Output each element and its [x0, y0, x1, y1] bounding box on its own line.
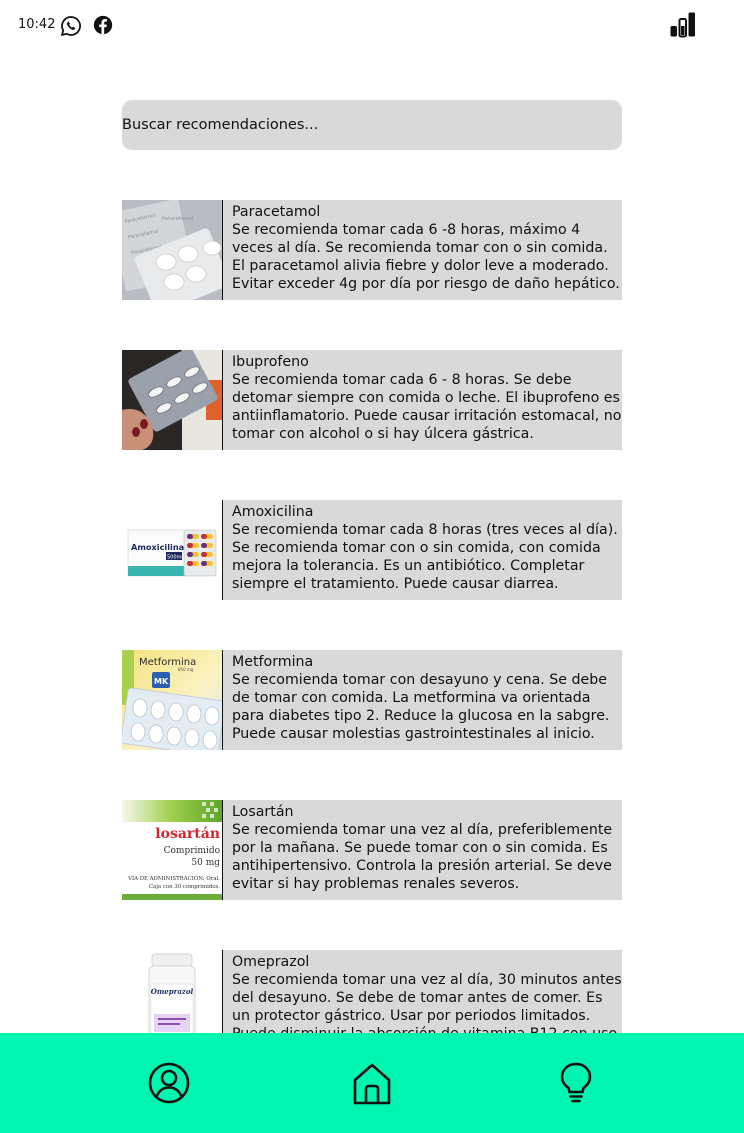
signal-bars-icon — [670, 12, 695, 38]
box-label: losartán — [155, 826, 220, 842]
omeprazol-image: Omeprazol — [122, 950, 223, 1033]
med-card-ibuprofeno[interactable]: Ibuprofeno Se recomienda tomar cada 6 - … — [122, 350, 622, 450]
med-name: Ibuprofeno — [232, 354, 309, 370]
med-description: Se recomienda tomar cada 6 - 8 horas. Se… — [232, 372, 622, 442]
facebook-icon — [93, 15, 113, 35]
box-label: Omeprazol — [151, 987, 194, 996]
med-description: Se recomienda tomar cada 6 -8 horas, máx… — [232, 222, 620, 292]
brand-logo: MK — [154, 677, 169, 686]
med-name: Omeprazol — [232, 954, 310, 970]
med-description: Se recomienda tomar una vez al día, pref… — [232, 822, 613, 892]
med-description: Se recomienda tomar cada 8 horas (tres v… — [232, 522, 618, 592]
status-bar: 10:42 — [0, 0, 744, 50]
profile-icon[interactable] — [147, 1061, 191, 1105]
med-name: Losartán — [232, 804, 294, 820]
box-subtitle: Comprimido — [164, 846, 220, 856]
metformina-image: Metformina 850 mg MK — [122, 650, 223, 750]
med-name: Amoxicilina — [232, 504, 314, 520]
box-count: Caja con 30 comprimidos. — [149, 884, 220, 890]
ibuprofeno-image — [122, 350, 223, 450]
box-dose: 50 mg — [191, 858, 220, 868]
recommendation-list: Paracetamol Paracetamol Paracetamol Para… — [122, 200, 622, 1033]
box-dose: 500mg — [167, 555, 185, 561]
losartan-image: losartán Comprimido 50 mg VÍA DE ADMINIS… — [122, 800, 223, 900]
med-description: Se recomienda tomar con desayuno y cena.… — [232, 672, 610, 742]
med-card-losartan[interactable]: losartán Comprimido 50 mg VÍA DE ADMINIS… — [122, 800, 622, 900]
med-card-amoxicilina[interactable]: Amoxicilina 500mg Amoxicilina Se recomie… — [122, 500, 622, 600]
med-name: Metformina — [232, 654, 314, 670]
bottom-nav — [0, 1033, 744, 1133]
med-card-omeprazol[interactable]: Omeprazol Omeprazol Se recomienda tomar … — [122, 950, 622, 1033]
paracetamol-image: Paracetamol Paracetamol Paracetamol Para… — [122, 200, 223, 300]
svg-text:Paracetamol: Paracetamol — [162, 216, 193, 222]
amoxicilina-image: Amoxicilina 500mg — [122, 500, 223, 600]
med-card-paracetamol[interactable]: Paracetamol Paracetamol Paracetamol Para… — [122, 200, 622, 300]
home-icon[interactable] — [350, 1061, 394, 1105]
status-time: 10:42 — [18, 17, 56, 32]
box-label: Amoxicilina — [131, 542, 184, 552]
whatsapp-icon — [61, 16, 81, 36]
search-input[interactable] — [122, 100, 622, 150]
med-name: Paracetamol — [232, 204, 321, 220]
med-card-metformina[interactable]: Metformina 850 mg MK Metformina Se recom… — [122, 650, 622, 750]
app-screen: 10:42 Paracetamol — [0, 0, 744, 1133]
box-route: VÍA DE ADMINISTRACIÓN: Oral. — [127, 874, 220, 882]
med-description: Se recomienda tomar una vez al día, 30 m… — [232, 972, 622, 1033]
lightbulb-icon[interactable] — [554, 1061, 598, 1105]
box-dose: 850 mg — [178, 667, 194, 672]
